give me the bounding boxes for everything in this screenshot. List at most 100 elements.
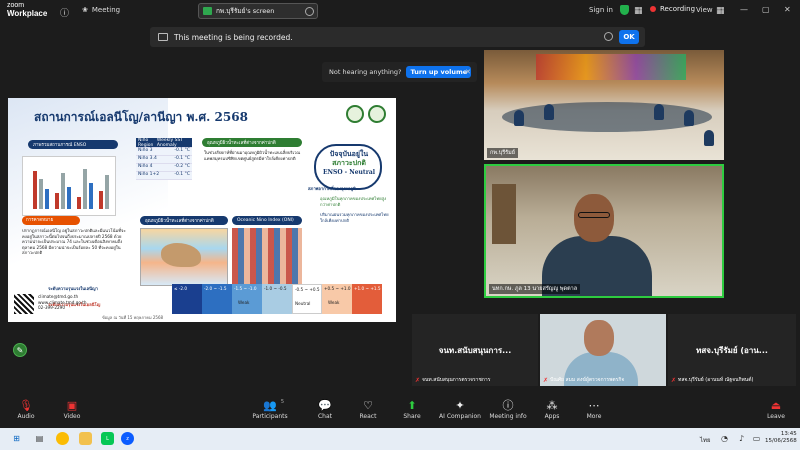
audio-label: Audio [17, 413, 35, 420]
zoom-taskbar-icon[interactable]: z [121, 432, 134, 445]
language-indicator[interactable]: ไทย [700, 435, 711, 445]
task-view-icon[interactable]: ▤ [33, 432, 46, 445]
apps-button[interactable]: ⁂ Apps [530, 399, 574, 420]
scale-cell: -0.5 ~ +0.5 Neutral [292, 284, 322, 314]
sst-anomaly-header: อุณหภูมิผิวน้ำทะเลที่ต่างจากค่าปกติ [202, 138, 302, 147]
share-arrow-icon: ⬆ [407, 399, 417, 412]
info-circle-icon: ⓘ [502, 399, 514, 412]
video-tile-gallery-2[interactable]: ✗ ปัณศัย สมม สงฆ์ผู้ตรวจการพตรกิจ [540, 314, 666, 386]
volume-icon[interactable]: ♪ [735, 432, 748, 445]
chart-bar [83, 169, 87, 209]
chart-bar [105, 175, 109, 209]
minimize-icon[interactable]: — [740, 5, 748, 14]
battery-icon[interactable]: ▭ [750, 432, 763, 445]
more-button[interactable]: ⋯ More [572, 399, 616, 420]
paw-icon: ❀ [82, 6, 88, 14]
scale-cell: -2.0 ~ -1.5 [202, 284, 232, 314]
right-temp-text: อุณหภูมิในทุกภาคของประเทศไทยสูงกว่าค่าปก… [320, 196, 387, 207]
scale-weak-el-nino: Weak [328, 300, 340, 305]
mic-muted-icon: 🎙 [19, 399, 33, 412]
gallery-3-title: ทสจ.บุรีรัมย์ (อาน... [696, 346, 768, 355]
scale-label: +1.0 ~ +1.5 [354, 286, 381, 291]
scale-weak-la-nina: Weak [238, 300, 250, 305]
maximize-icon[interactable]: ▢ [762, 5, 770, 14]
video-button[interactable]: ▣ Video [50, 399, 94, 420]
status-cloud-text: ปัจจุบันอยู่ใน สภาวะปกติ ENSO - Neutral [320, 150, 378, 177]
audio-button[interactable]: 🎙 Audio [4, 399, 48, 420]
sst-map-header: อุณหภูมิผิวน้ำทะเลที่ต่างจากค่าปกติ [140, 216, 228, 225]
camera-off-icon: ▣ [66, 399, 78, 412]
sign-in-button[interactable]: Sign in [589, 6, 613, 14]
intensity-scale: ระดับความรุนแรงในเลนีญา ระดับความรุนแรงใ… [48, 284, 388, 314]
meeting-menu[interactable]: ❀ Meeting [82, 6, 120, 14]
gallery-2-name: ปัณศัย สมม สงฆ์ผู้ตรวจการพตรกิจ [550, 377, 625, 383]
video-tile-gallery-3[interactable]: ทสจ.บุรีรัมย์ (อาน... ✗ ทสจ.บุรีรัมย์ (อ… [668, 314, 796, 386]
shared-slide: สถานการณ์เอลนีโญ/ลานีญา พ.ศ. 2568 ภาพรวม… [8, 98, 396, 322]
participant-figure [654, 104, 664, 120]
ai-companion-button[interactable]: ✦ AI Companion [438, 399, 482, 420]
participant-figure [514, 110, 524, 126]
video-tile-active-speaker[interactable]: นทก.กษ. ภูล 13 นายสรัญญู พุดตาล [484, 164, 724, 298]
view-options-icon[interactable] [305, 7, 314, 16]
video-tile-room[interactable]: กพ.บุรีรัมย์ [484, 50, 724, 160]
scale-label: -0.5 ~ +0.5 [295, 287, 320, 292]
file-explorer-icon[interactable] [79, 432, 92, 445]
chart-bar [89, 183, 93, 209]
system-clock[interactable]: 13:45 15/06/2568 [765, 431, 797, 445]
gallery-2-footer: ✗ ปัณศัย สมม สงฆ์ผู้ตรวจการพตรกิจ [543, 376, 624, 384]
turn-up-volume-button[interactable]: Turn up volume [406, 66, 472, 78]
network-icon[interactable]: ◔ [718, 432, 731, 445]
windows-start-icon[interactable]: ⊞ [10, 432, 23, 445]
gallery-1-footer: ✗ จนท.สนับสนุนการตรวจราชการ [415, 376, 490, 384]
chrome-icon[interactable] [56, 432, 69, 445]
recording-banner-text: This meeting is being recorded. [174, 32, 293, 42]
cloud-line-3: ENSO - Neutral [322, 169, 376, 176]
video-tile-gallery-1[interactable]: จนท.สนับสนุนการ... ✗ จนท.สนับสนุนการตรวจ… [412, 314, 538, 386]
info-circle-icon[interactable] [604, 32, 613, 41]
share-label-toolbar: Share [403, 413, 421, 420]
annotate-pencil-icon[interactable]: ✎ [13, 343, 27, 357]
scale-cell: ≤ -2.0 [172, 284, 202, 314]
meeting-info-button[interactable]: ⓘ Meeting info [486, 399, 530, 420]
background-object [492, 184, 516, 244]
participants-count: 5 [280, 399, 284, 405]
share-screen-icon [203, 7, 212, 15]
speaker-glasses [578, 212, 610, 218]
cloud-line-1: ปัจจุบันอยู่ใน [329, 150, 369, 158]
info-icon[interactable]: ⓘ [60, 6, 69, 19]
scale-label: -1.5 ~ -1.0 [234, 286, 257, 291]
participants-button[interactable]: 👥 5 Participants [248, 399, 292, 420]
participant-figure [684, 110, 694, 126]
gallery-3-name: ทสจ.บุรีรัมย์ (อานนท์ ณัฐจนกิพนต์) [678, 377, 754, 383]
close-icon[interactable]: ✕ [784, 5, 791, 14]
heart-icon: ♡ [363, 399, 373, 412]
security-shield-icon[interactable] [620, 5, 629, 15]
cloud-line-2: สภาวะปกติ [332, 159, 366, 167]
ok-button[interactable]: OK [619, 30, 639, 44]
shared-screen-indicator[interactable]: กพ.บุรีรัมย์'s screen [198, 3, 318, 19]
contact-phone: 02-399-2290 [38, 305, 65, 310]
table-cell: Niño 4 [138, 164, 153, 169]
encryption-icon[interactable]: ▦ [634, 6, 643, 16]
leave-button[interactable]: ⏏ Leave [754, 399, 798, 420]
table-header-row: Niño Region Weekly SST Anomaly [136, 138, 192, 148]
recording-banner: This meeting is being recorded. OK [150, 27, 645, 47]
toast-close-icon[interactable]: ✕ [465, 68, 471, 76]
scale-row-1-label: ระดับความรุนแรงในเลนีญา [48, 286, 98, 291]
react-button[interactable]: ♡ React [346, 399, 390, 420]
brand-line-2: Workplace [7, 9, 48, 18]
chat-button[interactable]: 💬 Chat [303, 399, 347, 420]
share-button[interactable]: ⬆ Share [390, 399, 434, 420]
scale-cell: +0.5 ~ +1.0 Weak [322, 284, 352, 314]
table-cell: -0.1 °C [174, 148, 190, 153]
gallery-1-title: จนท.สนับสนุนการ... [438, 346, 512, 355]
recording-indicator[interactable]: Recording [650, 5, 695, 13]
slide-footer: ข้อมูล ณ วันที่ 15 พฤษภาคม 2568 [102, 315, 164, 320]
zoom-workplace-logo: zoom Workplace [7, 2, 47, 18]
land-mass [161, 243, 201, 267]
gallery-3-footer: ✗ ทสจ.บุรีรัมย์ (อานนท์ ณัฐจนกิพนต์) [671, 376, 753, 384]
line-app-icon[interactable]: L [101, 432, 114, 445]
scale-neutral: Neutral [295, 301, 311, 306]
view-button[interactable]: View [696, 6, 713, 14]
table-cell: -0.1 °C [174, 156, 190, 161]
